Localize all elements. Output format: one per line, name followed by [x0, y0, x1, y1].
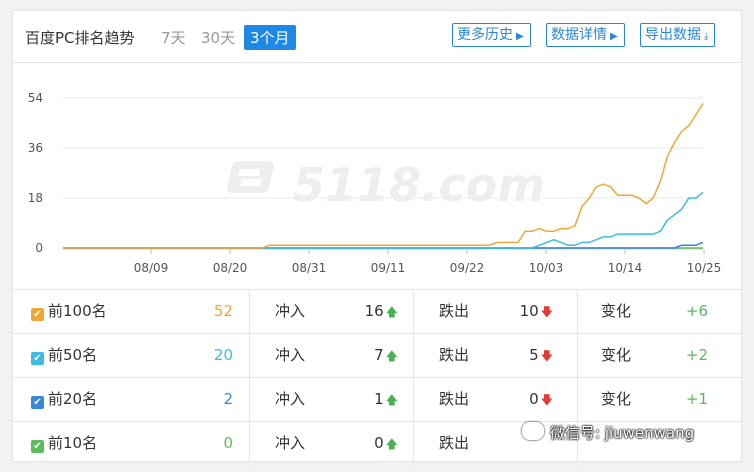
change-label: 变化 [601, 302, 632, 320]
y-tick-label: 18 [28, 191, 43, 205]
out-value: 10 [519, 302, 539, 320]
in-value: 7 [374, 346, 384, 364]
change-label: 变化 [601, 346, 632, 364]
series-toggle-top50[interactable]: ✔ 前50名 [31, 334, 97, 377]
summary-row-top50: ✔ 前50名 20 冲入 7 🡅 跌出 5 🡇 变化 +2 [13, 333, 741, 377]
change-label: 变化 [601, 390, 632, 408]
out-label: 跌出 [439, 390, 470, 408]
wechat-overlay: 微信号: jiuwenwang [522, 422, 694, 443]
tab-30-days[interactable]: 30天 [195, 25, 241, 50]
checkbox-checked-icon[interactable]: ✔ [31, 308, 44, 321]
arrow-up-icon: 🡅 [385, 437, 398, 451]
row-count: 20 [213, 346, 233, 364]
row-count: 52 [213, 302, 233, 320]
cell-divider [577, 334, 578, 377]
more-history-label: 更多历史 [457, 27, 513, 43]
summary-row-top20: ✔ 前20名 2 冲入 1 🡅 跌出 0 🡇 变化 +1 [13, 377, 741, 421]
tab-7-days[interactable]: 7天 [155, 25, 192, 50]
in-count: 0 🡅 [348, 422, 398, 465]
summary-row-top100: ✔ 前100名 52 冲入 16 🡅 跌出 10 🡇 变化 +6 [13, 289, 741, 333]
in-label: 冲入 [275, 390, 306, 408]
row-label: 前20名 [48, 390, 98, 408]
in-label: 冲入 [275, 434, 306, 452]
y-tick-label: 0 [35, 241, 43, 255]
cell-divider [249, 378, 250, 421]
x-tick-label: 09/11 [371, 261, 406, 275]
cell-divider [413, 378, 414, 421]
in-value: 1 [374, 390, 384, 408]
row-label: 前50名 [48, 346, 98, 364]
caret-right-icon: ▶ [516, 31, 524, 42]
change-value: +1 [685, 390, 708, 408]
cell-divider [413, 334, 414, 377]
cell-divider [413, 422, 414, 465]
out-count: 0 🡇 [503, 378, 553, 421]
series-toggle-top20[interactable]: ✔ 前20名 [31, 378, 97, 421]
checkbox-checked-icon[interactable]: ✔ [31, 352, 44, 365]
change-value: +2 [685, 346, 708, 364]
y-tick-label: 36 [28, 141, 43, 155]
in-value: 0 [374, 434, 384, 452]
cell-divider [577, 378, 578, 421]
row-count: 2 [223, 390, 233, 408]
out-count: 10 🡇 [503, 290, 553, 333]
out-value: 0 [529, 390, 539, 408]
x-tick-label: 10/03 [529, 261, 564, 275]
svg-text:5118.com: 5118.com [293, 158, 545, 212]
x-tick-label: 08/09 [134, 261, 169, 275]
arrow-up-icon: 🡅 [385, 305, 398, 319]
wechat-icon [522, 422, 544, 440]
out-value: 5 [529, 346, 539, 364]
in-count: 1 🡅 [348, 378, 398, 421]
in-count: 7 🡅 [348, 334, 398, 377]
data-details-label: 数据详情 [551, 27, 607, 43]
cell-divider [249, 422, 250, 465]
out-label: 跌出 [439, 346, 470, 364]
cell-divider [577, 290, 578, 333]
checkbox-checked-icon[interactable]: ✔ [31, 396, 44, 409]
out-label: 跌出 [439, 302, 470, 320]
arrow-down-icon: 🡇 [540, 305, 553, 319]
row-label: 前10名 [48, 434, 98, 452]
row-label: 前100名 [48, 302, 107, 320]
cell-divider [249, 334, 250, 377]
x-tick-label: 09/22 [450, 261, 485, 275]
series-toggle-top10[interactable]: ✔ 前10名 [31, 422, 97, 465]
out-label: 跌出 [439, 434, 470, 452]
export-data-button[interactable]: 导出数据 ⤓ [640, 23, 716, 47]
x-tick-label: 08/31 [292, 261, 327, 275]
arrow-up-icon: 🡅 [385, 349, 398, 363]
in-label: 冲入 [275, 346, 306, 364]
checkbox-checked-icon[interactable]: ✔ [31, 440, 44, 453]
in-label: 冲入 [275, 302, 306, 320]
ranking-trend-panel: 百度PC排名趋势 7天 30天 3个月 更多历史 ▶ 数据详情 ▶ 导出数据 ⤓ 51… [12, 10, 742, 465]
watermark: 5118.com [227, 158, 545, 212]
panel-title: 百度PC排名趋势 [25, 29, 135, 47]
series-toggle-top100[interactable]: ✔ 前100名 [31, 290, 107, 333]
cell-divider [413, 290, 414, 333]
more-history-button[interactable]: 更多历史 ▶ [452, 23, 531, 47]
panel-header: 百度PC排名趋势 7天 30天 3个月 更多历史 ▶ 数据详情 ▶ 导出数据 ⤓ [13, 11, 741, 63]
change-value: +6 [685, 302, 708, 320]
x-tick-label: 10/14 [608, 261, 643, 275]
in-count: 16 🡅 [348, 290, 398, 333]
y-tick-label: 54 [28, 91, 43, 105]
out-count: 5 🡇 [503, 334, 553, 377]
arrow-down-icon: 🡇 [540, 349, 553, 363]
tab-3-months[interactable]: 3个月 [244, 25, 296, 50]
x-tick-label: 10/25 [687, 261, 722, 275]
wechat-id-text: 微信号: jiuwenwang [550, 424, 695, 442]
x-tick-label: 08/20 [213, 261, 248, 275]
export-data-label: 导出数据 [645, 27, 701, 43]
in-value: 16 [364, 302, 384, 320]
arrow-down-icon: 🡇 [540, 393, 553, 407]
data-details-button[interactable]: 数据详情 ▶ [546, 23, 625, 47]
arrow-up-icon: 🡅 [385, 393, 398, 407]
download-icon: ⤓ [704, 31, 709, 42]
caret-right-icon: ▶ [610, 31, 618, 42]
row-count: 0 [223, 434, 233, 452]
cell-divider [249, 290, 250, 333]
trend-line-chart: 5118.com 0 18 36 54 08/09 08/20 08/31 09/11 09/2… [28, 91, 722, 275]
